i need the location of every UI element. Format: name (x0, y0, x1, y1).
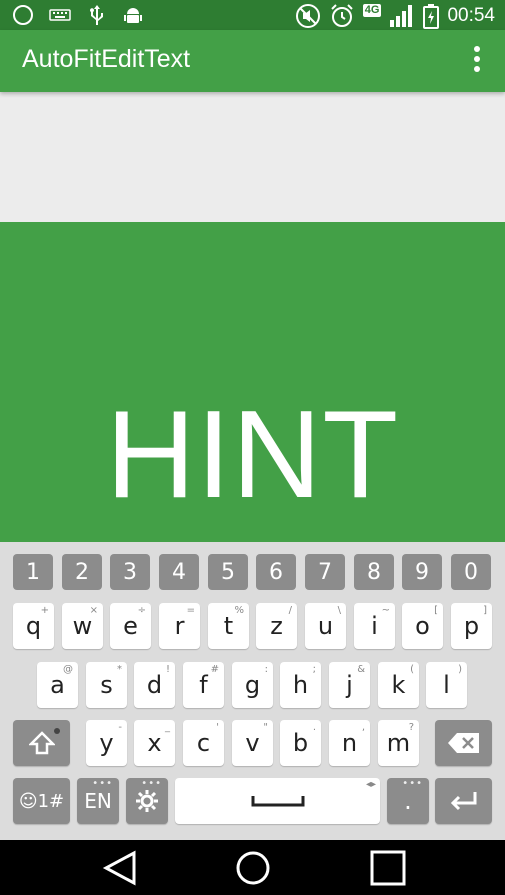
key-s[interactable]: s * (86, 662, 127, 708)
space-key[interactable]: ◂▸ (175, 778, 380, 824)
key-f[interactable]: f # (183, 662, 224, 708)
keyboard-icon (49, 9, 71, 21)
back-triangle-icon[interactable] (100, 850, 140, 886)
shift-key[interactable] (13, 720, 70, 766)
period-key[interactable]: . ••• (387, 778, 429, 824)
key-d[interactable]: d! (134, 662, 175, 708)
key-t[interactable]: t% (208, 603, 249, 649)
mute-icon (295, 4, 320, 28)
key-p[interactable]: p] (451, 603, 492, 649)
settings-key[interactable]: ••• (126, 778, 168, 824)
key-6[interactable]: 6 (256, 554, 296, 590)
recents-square-icon[interactable] (367, 850, 407, 886)
shift-indicator-dot (54, 728, 60, 734)
backspace-key[interactable] (435, 720, 492, 766)
key-7[interactable]: 7 (305, 554, 345, 590)
key-w[interactable]: w × (62, 603, 103, 649)
soft-keyboard: 1 2 3 4 5 6 7 8 9 0 q + w × e ÷ r = t% z / u \… (0, 542, 505, 840)
content-background (0, 92, 505, 222)
gear-icon (136, 790, 158, 812)
key-o[interactable]: o[ (402, 603, 443, 649)
key-g[interactable]: g: (232, 662, 273, 708)
key-c[interactable]: c ' (183, 720, 224, 766)
key-k[interactable]: k( (378, 662, 419, 708)
circle-icon (13, 5, 33, 25)
key-2[interactable]: 2 (62, 554, 102, 590)
key-3[interactable]: 3 (110, 554, 150, 590)
edit-text-hint: HINT (105, 386, 400, 524)
battery-icon (423, 4, 440, 29)
key-1[interactable]: 1 (13, 554, 53, 590)
key-l[interactable]: l) (426, 662, 467, 708)
key-n[interactable]: n, (329, 720, 370, 766)
language-key[interactable]: EN ••• (77, 778, 119, 824)
key-v[interactable]: v " (232, 720, 273, 766)
key-0[interactable]: 0 (451, 554, 491, 590)
key-5[interactable]: 5 (208, 554, 248, 590)
key-i[interactable]: i ~ (354, 603, 395, 649)
status-time: 00:54 (447, 5, 495, 26)
key-m[interactable]: m? (378, 720, 419, 766)
usb-icon (90, 5, 103, 25)
navigation-bar (0, 840, 505, 895)
key-a[interactable]: a @ (37, 662, 78, 708)
key-y[interactable]: y- (86, 720, 127, 766)
enter-key[interactable] (435, 778, 492, 824)
autofit-edit-text[interactable]: HINT (0, 222, 505, 542)
android-debug-icon (124, 8, 142, 23)
key-z[interactable]: z / (256, 603, 297, 649)
key-8[interactable]: 8 (354, 554, 394, 590)
app-title: AutoFitEditText (22, 45, 191, 73)
key-h[interactable]: h; (280, 662, 321, 708)
network-type-label: 4G (362, 4, 382, 17)
key-b[interactable]: b. (280, 720, 321, 766)
key-9[interactable]: 9 (402, 554, 442, 590)
key-x[interactable]: x _ (134, 720, 175, 766)
key-q[interactable]: q + (13, 603, 54, 649)
key-u[interactable]: u \ (305, 603, 346, 649)
key-e[interactable]: e ÷ (110, 603, 151, 649)
symbols-key[interactable]: ☺1# (13, 778, 70, 824)
key-4[interactable]: 4 (159, 554, 199, 590)
key-r[interactable]: r = (159, 603, 200, 649)
key-j[interactable]: j & (329, 662, 370, 708)
signal-icon (390, 5, 413, 27)
app-bar: AutoFitEditText (0, 30, 505, 92)
space-bar-icon (251, 796, 304, 807)
shift-icon (28, 731, 55, 755)
status-bar: 4G 00:54 (0, 0, 505, 30)
backspace-icon (447, 733, 479, 753)
overflow-menu-icon[interactable] (471, 44, 483, 74)
alarm-icon (331, 4, 353, 27)
enter-icon (450, 792, 476, 811)
home-circle-icon[interactable] (233, 850, 273, 886)
